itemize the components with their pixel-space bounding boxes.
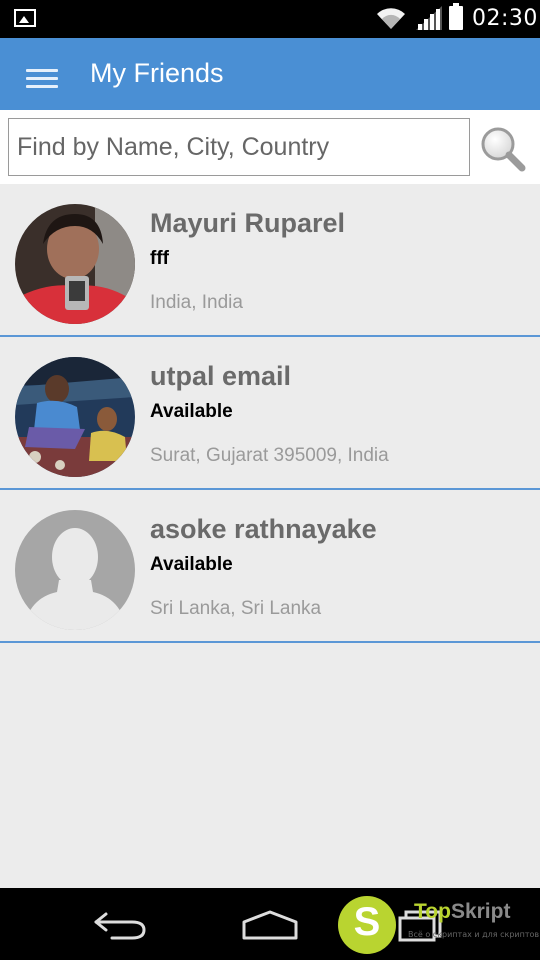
friend-item[interactable]: Mayuri Ruparel fff India, India	[0, 184, 540, 337]
signal-icon	[416, 6, 442, 30]
watermark-brand-top: Top	[414, 900, 451, 923]
friend-location: India, India	[150, 292, 243, 313]
avatar	[15, 204, 135, 324]
search-bar	[0, 110, 540, 184]
status-time: 02:30	[472, 6, 538, 31]
wifi-icon	[377, 8, 405, 29]
search-icon[interactable]	[478, 124, 528, 174]
watermark-logo: S TopSkript Всё о скриптах и для скрипто…	[338, 896, 540, 956]
friend-location: Sri Lanka, Sri Lanka	[150, 598, 322, 619]
friends-list: Mayuri Ruparel fff India, India utpal em…	[0, 184, 540, 643]
friend-status: Available	[150, 401, 233, 422]
search-input[interactable]	[8, 118, 470, 176]
watermark-brand: TopSkript	[414, 900, 510, 924]
avatar	[15, 510, 135, 630]
image-icon	[14, 9, 36, 27]
avatar	[15, 357, 135, 477]
friend-status: fff	[150, 248, 169, 269]
battery-icon	[449, 3, 463, 30]
home-icon[interactable]	[240, 908, 300, 942]
app-bar: My Friends	[0, 38, 540, 110]
friend-location: Surat, Gujarat 395009, India	[150, 445, 389, 466]
status-bar: 02:30	[0, 0, 540, 38]
page-title: My Friends	[90, 58, 224, 88]
watermark-brand-bottom: Skript	[450, 900, 511, 923]
friend-name: asoke rathnayake	[150, 514, 377, 544]
watermark-letter: S	[353, 900, 381, 944]
back-icon[interactable]	[92, 908, 148, 942]
friend-name: utpal email	[150, 361, 292, 391]
nav-bar: S TopSkript Всё о скриптах и для скрипто…	[0, 888, 540, 960]
friend-item[interactable]: utpal email Available Surat, Gujarat 395…	[0, 337, 540, 490]
watermark-tagline: Всё о скриптах и для скриптов...	[408, 930, 540, 939]
watermark-badge: S	[338, 896, 396, 954]
friend-name: Mayuri Ruparel	[150, 208, 346, 238]
friend-status: Available	[150, 554, 233, 575]
menu-icon[interactable]	[26, 69, 58, 89]
friend-item[interactable]: asoke rathnayake Available Sri Lanka, Sr…	[0, 490, 540, 643]
